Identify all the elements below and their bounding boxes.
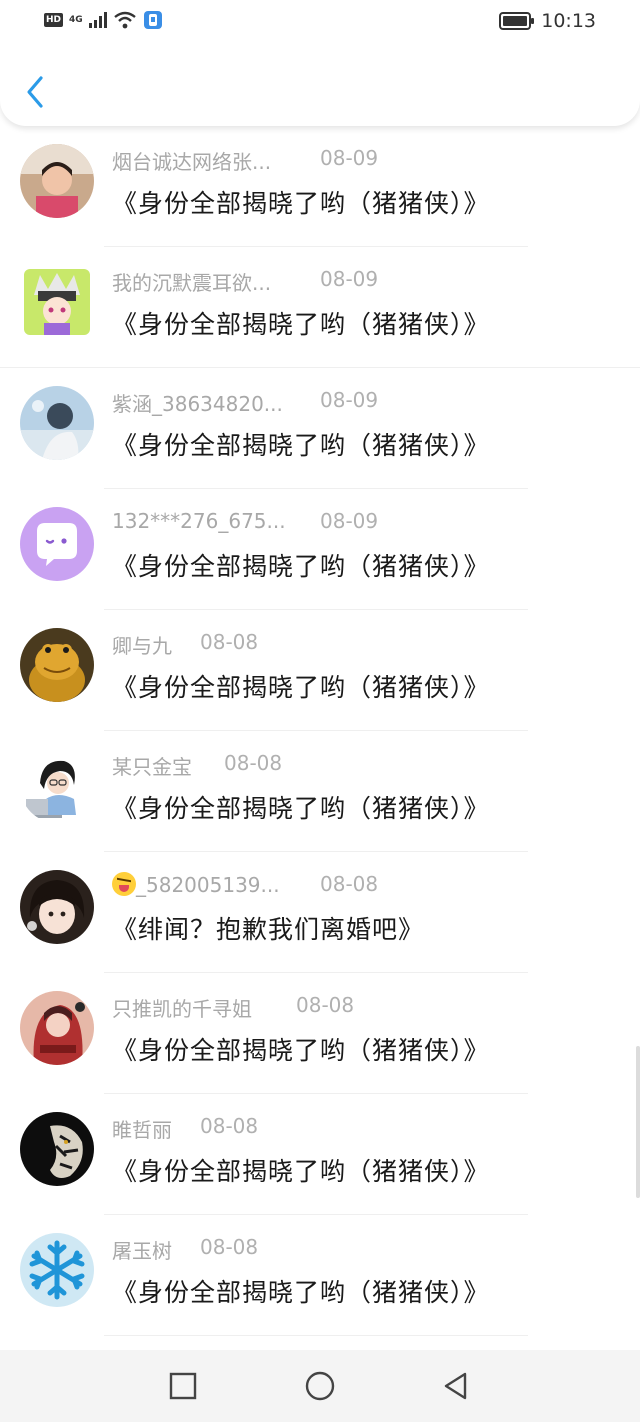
message-date: 08-09 — [320, 267, 379, 291]
message-date: 08-08 — [224, 751, 283, 775]
message-date: 08-08 — [200, 1235, 259, 1259]
avatar — [20, 265, 94, 339]
avatar — [20, 507, 94, 581]
avatar — [20, 749, 94, 823]
message-date: 08-08 — [200, 1114, 259, 1138]
list-item[interactable]: 只推凯的千寻姐 08-08 《身份全部揭晓了哟（猪猪侠）》 — [0, 973, 640, 1094]
circle-icon[interactable] — [304, 1370, 336, 1402]
chevron-left-icon[interactable] — [22, 74, 50, 110]
app-notification-icon — [143, 11, 162, 29]
list-item[interactable]: 烟台诚达网络张... 08-09 《身份全部揭晓了哟（猪猪侠）》 — [0, 126, 640, 247]
avatar — [20, 1112, 94, 1186]
sender-name: 睢哲丽 — [112, 1118, 172, 1142]
message-title: 《身份全部揭晓了哟（猪猪侠）》 — [112, 794, 490, 823]
message-title: 《身份全部揭晓了哟（猪猪侠）》 — [112, 673, 490, 702]
message-title: 《身份全部揭晓了哟（猪猪侠）》 — [112, 1157, 490, 1186]
avatar — [20, 991, 94, 1065]
signal-icon — [88, 12, 107, 28]
message-date: 08-08 — [320, 872, 379, 896]
scrollbar[interactable] — [636, 1046, 640, 1198]
square-icon[interactable] — [167, 1370, 199, 1402]
message-title: 《身份全部揭晓了哟（猪猪侠）》 — [112, 310, 490, 339]
sender-name: 只推凯的千寻姐 — [112, 997, 252, 1021]
message-date: 08-09 — [320, 509, 379, 533]
sender-name: 屠玉树 — [112, 1239, 172, 1263]
sender-name: 132***276_675... — [112, 509, 286, 533]
list-item[interactable]: 卿与九 08-08 《身份全部揭晓了哟（猪猪侠）》 — [0, 610, 640, 731]
avatar — [20, 386, 94, 460]
list-item[interactable]: 我的沉默震耳欲... 08-09 《身份全部揭晓了哟（猪猪侠）》 — [0, 247, 640, 368]
system-nav-bar — [0, 1350, 640, 1422]
avatar — [20, 1233, 94, 1307]
avatar — [20, 870, 94, 944]
network-type: 4G — [69, 14, 83, 25]
list-item[interactable]: _582005139... 08-08 《绯闻？抱歉我们离婚吧》 — [0, 852, 640, 973]
message-title: 《身份全部揭晓了哟（猪猪侠）》 — [112, 552, 490, 581]
wifi-icon — [113, 11, 136, 29]
sender-name: 我的沉默震耳欲... — [112, 271, 272, 295]
sender-name: 紫涵_38634820... — [112, 392, 283, 416]
triangle-back-icon[interactable] — [440, 1370, 472, 1402]
sender-name: 烟台诚达网络张... — [112, 150, 272, 174]
message-title: 《身份全部揭晓了哟（猪猪侠）》 — [112, 1278, 490, 1307]
message-title: 《绯闻？抱歉我们离婚吧》 — [112, 915, 425, 944]
message-title: 《身份全部揭晓了哟（猪猪侠）》 — [112, 431, 490, 460]
list-item[interactable]: 某只金宝 08-08 《身份全部揭晓了哟（猪猪侠）》 — [0, 731, 640, 852]
status-bar: HD 4G 10:13 — [0, 0, 640, 44]
list-item[interactable]: 睢哲丽 08-08 《身份全部揭晓了哟（猪猪侠）》 — [0, 1094, 640, 1215]
message-date: 08-09 — [320, 388, 379, 412]
message-date: 08-08 — [200, 630, 259, 654]
message-title: 《身份全部揭晓了哟（猪猪侠）》 — [112, 189, 490, 218]
squinting-tongue-emoji — [112, 872, 136, 896]
divider — [104, 1335, 528, 1336]
message-list: 烟台诚达网络张... 08-09 《身份全部揭晓了哟（猪猪侠）》 我的沉默震耳欲.… — [0, 126, 640, 1336]
avatar — [20, 144, 94, 218]
sender-name: 卿与九 — [112, 634, 172, 658]
message-date: 08-08 — [296, 993, 355, 1017]
sender-name: 某只金宝 — [112, 755, 192, 779]
hd-badge: HD — [44, 13, 64, 27]
message-date: 08-09 — [320, 146, 379, 170]
list-item[interactable]: 紫涵_38634820... 08-09 《身份全部揭晓了哟（猪猪侠）》 — [0, 368, 640, 489]
clock: 10:13 — [541, 10, 596, 32]
list-item[interactable]: 132***276_675... 08-09 《身份全部揭晓了哟（猪猪侠）》 — [0, 489, 640, 610]
avatar — [20, 628, 94, 702]
battery-icon — [499, 12, 535, 30]
list-item[interactable]: 屠玉树 08-08 《身份全部揭晓了哟（猪猪侠）》 — [0, 1215, 640, 1336]
sender-name: _582005139... — [136, 873, 280, 897]
message-title: 《身份全部揭晓了哟（猪猪侠）》 — [112, 1036, 490, 1065]
